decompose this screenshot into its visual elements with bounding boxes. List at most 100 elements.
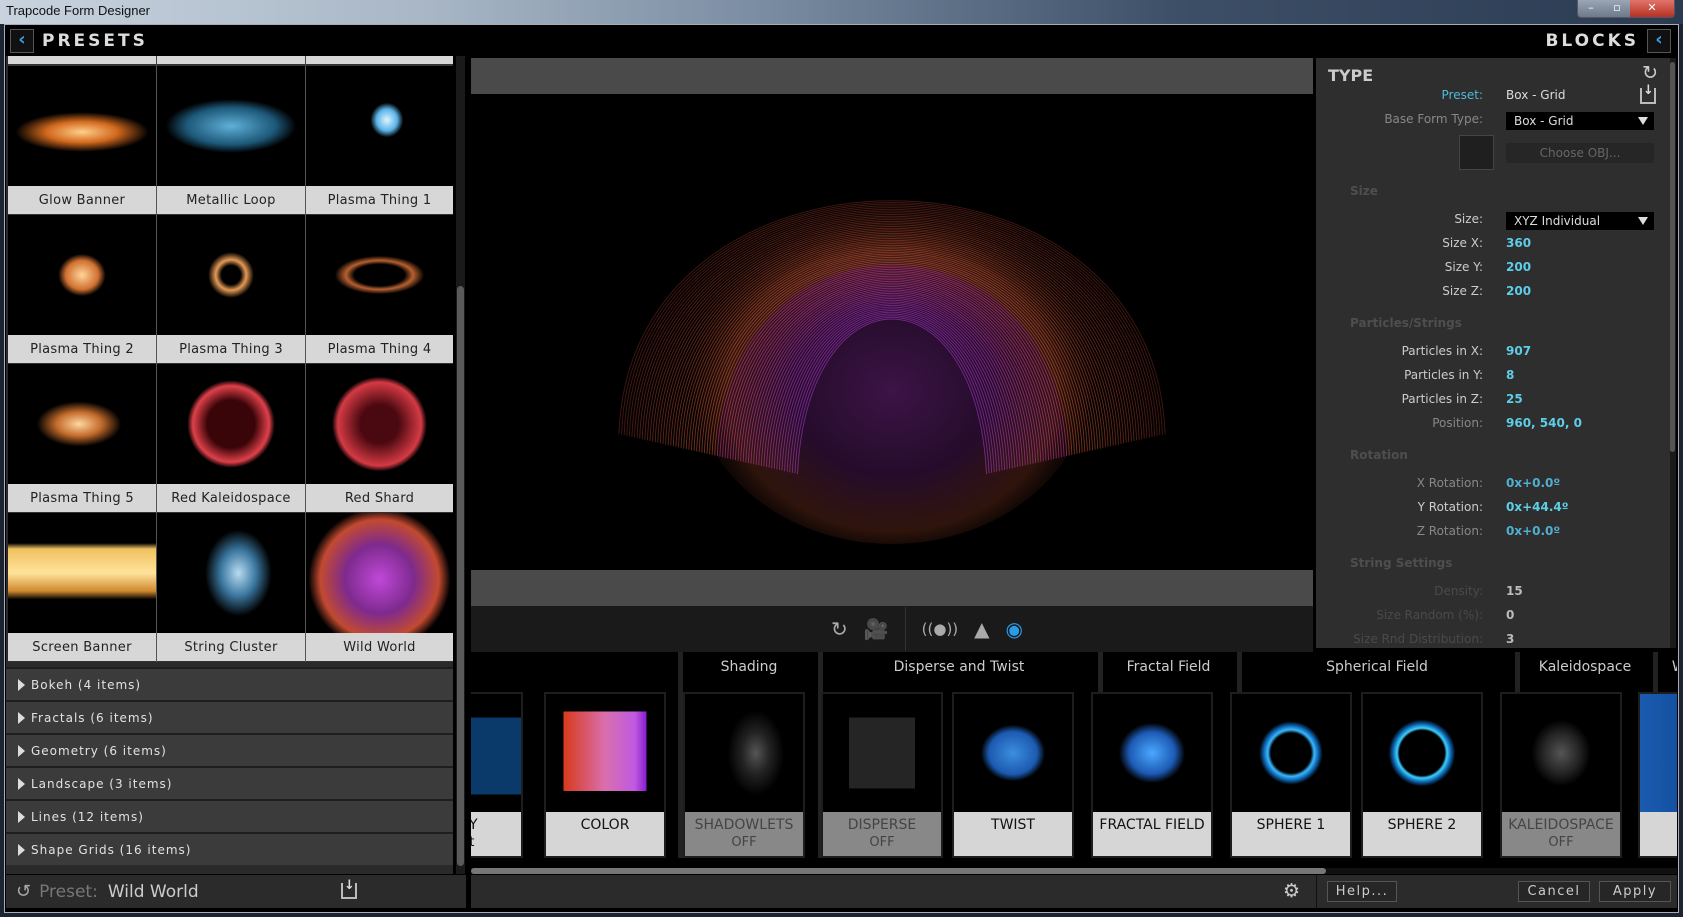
block-label[interactable]: DISPERSE OFF bbox=[823, 812, 941, 856]
gear-icon[interactable]: ⚙ bbox=[1283, 880, 1300, 902]
preset-tile[interactable]: Glow Banner bbox=[8, 66, 157, 215]
block-label[interactable]: KALEIDOSPACE OFF bbox=[1502, 812, 1620, 856]
apply-button[interactable]: Apply bbox=[1599, 881, 1671, 902]
preset-category[interactable]: Landscape (3 items) bbox=[6, 766, 453, 799]
preset-thumbnail[interactable] bbox=[8, 513, 156, 633]
expand-triangle-icon[interactable] bbox=[18, 777, 25, 790]
block-thumbnail[interactable] bbox=[1640, 694, 1677, 812]
preset-category[interactable]: Bokeh (4 items) bbox=[6, 667, 453, 700]
block-label[interactable]: CITY ault bbox=[471, 812, 521, 856]
block-tile[interactable]: SHADOWLETS OFF bbox=[683, 692, 805, 858]
block-label[interactable]: SPHERE 1 bbox=[1232, 812, 1350, 856]
preset-thumbnail[interactable] bbox=[8, 215, 156, 335]
preset-tile[interactable]: Wild World bbox=[306, 513, 453, 662]
preset-label[interactable]: Glow Banner bbox=[8, 186, 156, 215]
block-thumbnail[interactable] bbox=[685, 694, 803, 812]
presets-scrollbar[interactable] bbox=[456, 56, 465, 874]
preset-tile[interactable]: Plasma Thing 5 bbox=[8, 364, 157, 513]
reset-icon[interactable]: ↻ bbox=[1642, 62, 1658, 84]
preset-thumbnail[interactable] bbox=[306, 66, 453, 186]
preset-label[interactable]: Plasma Thing 3 bbox=[157, 335, 305, 364]
expand-triangle-icon[interactable] bbox=[18, 744, 25, 757]
preset-thumbnail[interactable] bbox=[8, 66, 156, 186]
block-tile[interactable]: COLOR bbox=[544, 692, 666, 858]
expand-triangle-icon[interactable] bbox=[18, 810, 25, 823]
help-button[interactable]: Help... bbox=[1327, 881, 1397, 902]
preset-label[interactable]: Plasma Thing 2 bbox=[8, 335, 156, 364]
block-tile[interactable]: KALEIDOSPACE OFF bbox=[1500, 692, 1622, 858]
preset-thumbnail[interactable] bbox=[157, 66, 305, 186]
preset-label[interactable]: Red Kaleidospace bbox=[157, 484, 305, 513]
eye-icon[interactable]: ◉ bbox=[1006, 617, 1023, 641]
preset-tile[interactable]: Screen Banner bbox=[8, 513, 157, 662]
preset-label[interactable]: Metallic Loop bbox=[157, 186, 305, 215]
reset-preset-icon[interactable]: ↺ bbox=[16, 881, 31, 902]
preset-tile[interactable]: Plasma Thing 4 bbox=[306, 215, 453, 364]
block-label[interactable]: SHADOWLETS OFF bbox=[685, 812, 803, 856]
preset-thumbnail[interactable] bbox=[157, 215, 305, 335]
block-thumbnail[interactable] bbox=[546, 694, 664, 812]
preset-label[interactable]: Plasma Thing 1 bbox=[306, 186, 453, 215]
block-tile[interactable]: CITY ault bbox=[471, 692, 523, 858]
preset-tile[interactable]: Plasma Thing 3 bbox=[157, 215, 306, 364]
block-label[interactable]: TRA bbox=[1640, 812, 1677, 856]
particles-y-value[interactable]: 8 bbox=[1506, 368, 1514, 382]
block-label[interactable]: TWIST bbox=[954, 812, 1072, 856]
preset-label[interactable]: Screen Banner bbox=[8, 633, 156, 662]
blocks-scrollbar-thumb[interactable] bbox=[471, 868, 1326, 874]
block-tile[interactable]: SPHERE 1 bbox=[1230, 692, 1352, 858]
preset-tile[interactable]: String Cluster bbox=[157, 513, 306, 662]
preset-thumbnail[interactable] bbox=[8, 364, 156, 484]
block-label[interactable]: FRACTAL FIELD bbox=[1093, 812, 1211, 856]
size-rnd-distribution-value[interactable]: 3 bbox=[1506, 632, 1514, 646]
block-thumbnail[interactable] bbox=[1502, 694, 1620, 812]
preset-label[interactable]: Plasma Thing 4 bbox=[306, 335, 453, 364]
close-button[interactable]: ✕ bbox=[1630, 0, 1674, 17]
blocks-scrollbar[interactable] bbox=[471, 868, 1677, 874]
block-tile[interactable]: TWIST bbox=[952, 692, 1074, 858]
block-tile[interactable]: SPHERE 2 bbox=[1361, 692, 1483, 858]
preset-tile[interactable]: Plasma Thing 1 bbox=[306, 66, 453, 215]
preset-category[interactable]: Shape Grids (16 items) bbox=[6, 832, 453, 865]
block-thumbnail[interactable] bbox=[1093, 694, 1211, 812]
particles-x-value[interactable]: 907 bbox=[1506, 344, 1531, 358]
y-rotation-value[interactable]: 0x+44.4º bbox=[1506, 500, 1569, 514]
block-label[interactable]: SPHERE 2 bbox=[1363, 812, 1481, 856]
preset-thumbnail[interactable] bbox=[157, 513, 305, 633]
block-tile[interactable]: DISPERSE OFF bbox=[821, 692, 943, 858]
maximize-button[interactable]: ▫ bbox=[1604, 0, 1630, 17]
block-label[interactable]: COLOR bbox=[546, 812, 664, 856]
reset-view-icon[interactable]: ↻ bbox=[831, 617, 848, 641]
type-panel-scrollbar[interactable] bbox=[1670, 58, 1676, 648]
block-thumbnail[interactable] bbox=[954, 694, 1072, 812]
size-y-value[interactable]: 200 bbox=[1506, 260, 1531, 274]
preset-category[interactable]: Geometry (6 items) bbox=[6, 733, 453, 766]
audio-icon[interactable]: ((●)) bbox=[922, 620, 959, 638]
preset-category[interactable]: Lines (12 items) bbox=[6, 799, 453, 832]
presets-scrollbar-thumb[interactable] bbox=[457, 286, 464, 866]
save-preset-icon[interactable] bbox=[341, 878, 357, 899]
block-tile[interactable]: TRA bbox=[1638, 692, 1677, 858]
preset-thumbnail[interactable] bbox=[306, 513, 453, 633]
camera-icon[interactable]: 🎥 bbox=[864, 617, 889, 641]
particles-z-value[interactable]: 25 bbox=[1506, 392, 1523, 406]
size-mode-dropdown[interactable]: XYZ Individual bbox=[1506, 212, 1654, 230]
block-tile[interactable]: FRACTAL FIELD bbox=[1091, 692, 1213, 858]
preset-tile[interactable]: Red Shard bbox=[306, 364, 453, 513]
collapse-presets-button[interactable]: ‹ bbox=[10, 29, 34, 53]
type-panel-scrollbar-thumb[interactable] bbox=[1670, 62, 1675, 452]
preset-thumbnail[interactable] bbox=[306, 215, 453, 335]
block-thumbnail[interactable] bbox=[471, 694, 521, 812]
preset-label[interactable]: Red Shard bbox=[306, 484, 453, 513]
preset-thumbnail[interactable] bbox=[157, 364, 305, 484]
size-z-value[interactable]: 200 bbox=[1506, 284, 1531, 298]
position-value[interactable]: 960, 540, 0 bbox=[1506, 416, 1582, 430]
preview-viewport[interactable] bbox=[471, 94, 1313, 570]
preset-tile[interactable]: Metallic Loop bbox=[157, 66, 306, 215]
preset-label[interactable]: String Cluster bbox=[157, 633, 305, 662]
expand-triangle-icon[interactable] bbox=[18, 678, 25, 691]
block-thumbnail[interactable] bbox=[1363, 694, 1481, 812]
preset-tile[interactable]: Red Kaleidospace bbox=[157, 364, 306, 513]
base-form-dropdown[interactable]: Box - Grid bbox=[1506, 112, 1654, 130]
size-x-value[interactable]: 360 bbox=[1506, 236, 1531, 250]
